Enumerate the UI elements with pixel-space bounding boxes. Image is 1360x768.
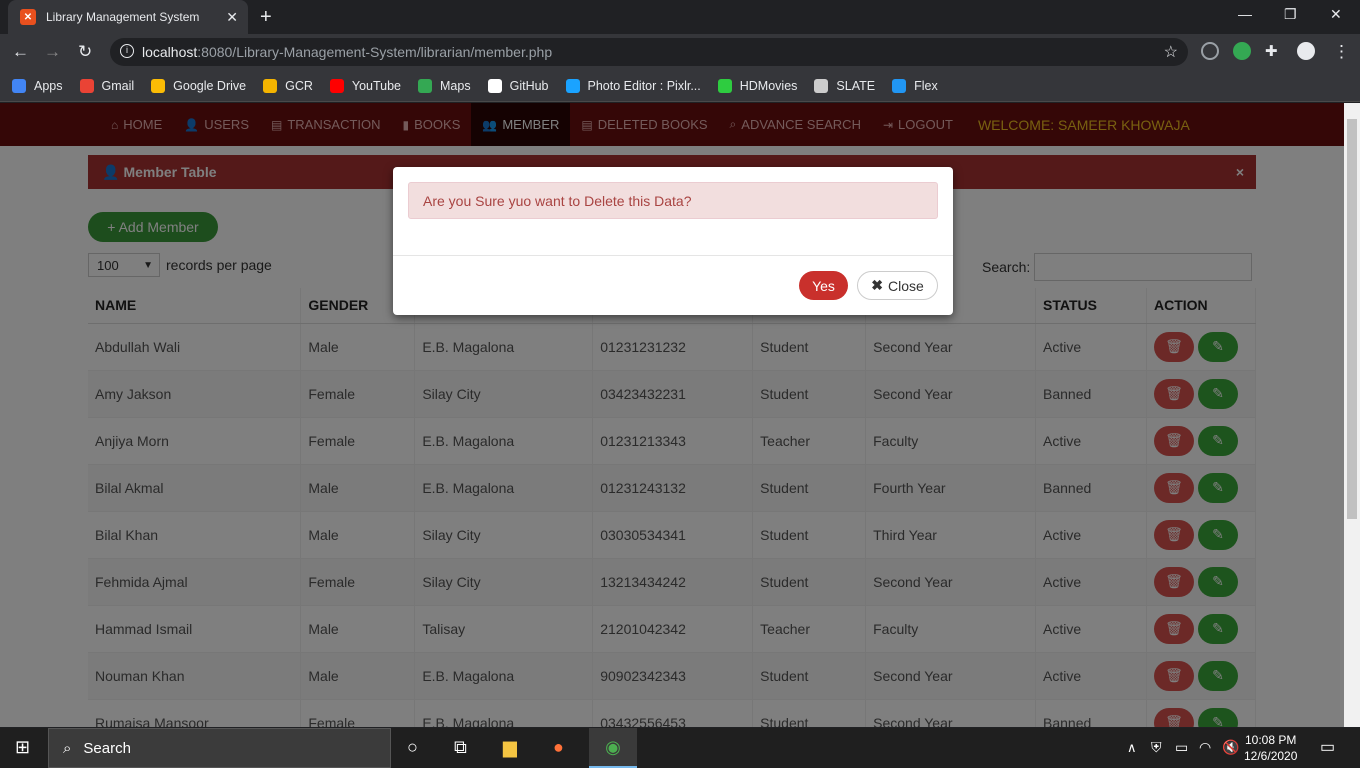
close-label: Close [887, 277, 924, 294]
bookmark-label: Google Drive [173, 78, 247, 93]
cortana-icon[interactable]: ○ [407, 737, 418, 758]
bookmark-item[interactable]: Google Drive [151, 78, 247, 93]
bookmark-label: Photo Editor : Pixlr... [587, 78, 701, 93]
bookmark-item[interactable]: GCR [263, 78, 313, 93]
bookmark-label: GCR [285, 78, 313, 93]
bookmark-item[interactable]: Maps [418, 78, 471, 93]
taskbar-clock[interactable]: 10:08 PM 12/6/2020 [1244, 732, 1297, 764]
bookmark-favicon-icon [12, 78, 26, 93]
task-view-icon[interactable]: ⧉ [454, 737, 467, 758]
close-icon: ✖ [871, 277, 883, 293]
reload-icon[interactable]: ↻ [78, 42, 92, 62]
taskbar-search[interactable]: ⌕ Search [48, 728, 391, 768]
tray-chevron-up-icon[interactable]: ∧ [1127, 740, 1137, 756]
close-button[interactable]: ✖ Close [857, 271, 938, 300]
url-path: :8080/Library-Management-System/libraria… [197, 44, 553, 60]
yes-button[interactable]: Yes [799, 271, 848, 300]
taskbar-search-placeholder: Search [83, 739, 131, 757]
bookmark-item[interactable]: GitHub [487, 78, 549, 93]
browser-tabstrip: ✕ Library Management System ✕ + — ❐ ✕ [0, 0, 1360, 34]
bookmark-item[interactable]: YouTube [329, 78, 402, 93]
browser-tab[interactable]: ✕ Library Management System ✕ [8, 0, 248, 34]
clock-time: 10:08 PM [1245, 733, 1297, 747]
bookmark-favicon-icon [814, 78, 829, 93]
battery-icon[interactable]: ▭ [1175, 739, 1188, 756]
modal-footer: Yes ✖ Close [393, 255, 953, 315]
firefox-icon[interactable]: ● [553, 737, 564, 758]
url-host: localhost [142, 44, 198, 60]
bookmark-star-icon[interactable]: ☆ [1164, 42, 1178, 62]
address-bar[interactable]: i localhost :8080/Library-Management-Sys… [110, 38, 1188, 66]
bookmark-label: HDMovies [739, 78, 798, 93]
bookmark-label: SLATE [836, 78, 876, 93]
bookmark-item[interactable]: Apps [12, 78, 63, 93]
restore-icon[interactable]: ❐ [1284, 6, 1297, 23]
extension-icon[interactable] [1201, 42, 1219, 60]
bookmark-favicon-icon [892, 78, 907, 93]
windows-taskbar: ⊞ ⌕ Search ○ ⧉ ▆ ● ◉ ∧ ⛨ ▭ ◠ 🔇 10:08 PM … [0, 728, 1360, 768]
browser-toolbar: ← → ↻ i localhost :8080/Library-Manageme… [0, 34, 1360, 70]
bookmark-favicon-icon [418, 78, 433, 93]
scrollbar-thumb[interactable] [1347, 119, 1357, 519]
bookmarks-bar: Apps Gmail Google Drive GCR YouTube Maps GitHu… [0, 70, 1360, 102]
tab-title: Library Management System [46, 10, 200, 24]
bookmark-label: Maps [440, 78, 471, 93]
volume-muted-icon[interactable]: 🔇 [1222, 739, 1239, 756]
bookmark-item[interactable]: Flex [892, 78, 938, 93]
security-icon[interactable]: ⛨ [1151, 739, 1162, 756]
bookmark-label: Gmail [101, 78, 135, 93]
bookmark-item[interactable]: SLATE [814, 78, 876, 93]
bookmark-favicon-icon [717, 78, 732, 93]
clock-date: 12/6/2020 [1244, 749, 1298, 763]
bookmark-favicon-icon [487, 78, 502, 93]
puzzle-icon[interactable]: ✚ [1265, 42, 1283, 60]
bookmark-label: Apps [34, 78, 63, 93]
profile-avatar[interactable] [1297, 42, 1315, 60]
window-close-icon[interactable]: ✕ [1330, 6, 1342, 23]
back-icon[interactable]: ← [12, 42, 29, 62]
bookmark-favicon-icon [263, 78, 278, 93]
bookmark-item[interactable]: Gmail [79, 78, 135, 93]
delete-warning-alert: Are you Sure yuo want to Delete this Dat… [408, 182, 938, 219]
new-tab-button[interactable]: + [260, 6, 272, 29]
search-icon: ⌕ [63, 739, 72, 757]
bookmark-item[interactable]: Photo Editor : Pixlr... [565, 78, 701, 93]
page-scrollbar[interactable] [1344, 103, 1360, 727]
chrome-icon[interactable]: ◉ [589, 728, 637, 768]
delete-confirm-modal: Are you Sure yuo want to Delete this Dat… [393, 167, 953, 315]
bookmark-favicon-icon [329, 78, 344, 93]
bookmark-favicon-icon [151, 78, 166, 93]
bookmark-label: GitHub [509, 78, 549, 93]
bookmark-favicon-icon [79, 78, 94, 93]
wifi-icon[interactable]: ◠ [1199, 739, 1211, 756]
notification-center-icon[interactable]: ▭ [1320, 737, 1335, 757]
xampp-favicon-icon: ✕ [20, 9, 36, 25]
file-explorer-icon[interactable]: ▆ [503, 737, 517, 758]
bookmark-label: Flex [914, 78, 938, 93]
tab-close-icon[interactable]: ✕ [226, 9, 238, 26]
bookmark-item[interactable]: HDMovies [717, 78, 798, 93]
menu-kebab-icon[interactable]: ⋮ [1333, 42, 1350, 62]
color-extension-icon[interactable] [1233, 42, 1251, 60]
windows-start-icon[interactable]: ⊞ [15, 737, 30, 758]
forward-icon[interactable]: → [44, 42, 61, 62]
site-info-icon[interactable]: i [120, 44, 134, 58]
bookmark-label: YouTube [351, 78, 402, 93]
bookmark-favicon-icon [565, 78, 580, 93]
minimize-icon[interactable]: — [1238, 6, 1252, 22]
